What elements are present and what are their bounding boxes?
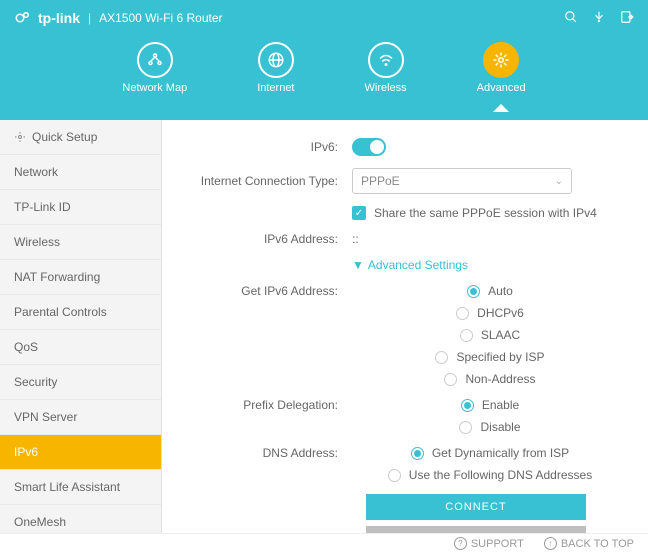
share-pppoe-label: Share the same PPPoE session with IPv4 — [374, 206, 597, 220]
nav-advanced[interactable]: Advanced — [477, 42, 526, 94]
up-arrow-icon: ↑ — [544, 537, 557, 550]
sidebar-item-nat[interactable]: NAT Forwarding — [0, 260, 161, 295]
radio-auto[interactable]: Auto — [467, 284, 513, 298]
sidebar-item-vpn[interactable]: VPN Server — [0, 400, 161, 435]
back-to-top-link[interactable]: ↑BACK TO TOP — [544, 537, 634, 550]
ipv6-label: IPv6: — [182, 140, 352, 154]
prefix-label: Prefix Delegation: — [182, 398, 352, 412]
radio-enable[interactable]: Enable — [461, 398, 519, 412]
radio-non-address[interactable]: Non-Address — [444, 372, 535, 386]
sidebar-item-qos[interactable]: QoS — [0, 330, 161, 365]
radio-slaac[interactable]: SLAAC — [460, 328, 520, 342]
ipv6-addr-label: IPv6 Address: — [182, 232, 352, 246]
radio-dhcpv6[interactable]: DHCPv6 — [456, 306, 524, 320]
radio-dns-manual[interactable]: Use the Following DNS Addresses — [388, 468, 592, 482]
radio-specified[interactable]: Specified by ISP — [435, 350, 544, 364]
dns-label: DNS Address: — [182, 446, 352, 460]
product-name: AX1500 Wi-Fi 6 Router — [99, 11, 222, 25]
search-icon[interactable] — [564, 10, 578, 27]
sidebar-item-ipv6[interactable]: IPv6 — [0, 435, 161, 470]
ipv6-toggle[interactable] — [352, 138, 386, 156]
get-ipv6-label: Get IPv6 Address: — [182, 284, 352, 298]
content-panel: IPv6: Internet Connection Type: PPPoE ⌄ … — [162, 120, 648, 533]
brand-text: tp-link — [38, 10, 80, 26]
sidebar-item-network[interactable]: Network — [0, 155, 161, 190]
advanced-settings-link[interactable]: ▼ Advanced Settings — [352, 258, 468, 272]
conn-type-select[interactable]: PPPoE ⌄ — [352, 168, 572, 194]
nav-wireless[interactable]: Wireless — [365, 42, 407, 94]
ipv6-addr-value: :: — [352, 232, 359, 246]
conn-type-label: Internet Connection Type: — [182, 174, 352, 188]
sidebar-item-parental[interactable]: Parental Controls — [0, 295, 161, 330]
sidebar-item-tplink-id[interactable]: TP-Link ID — [0, 190, 161, 225]
sidebar-item-onemesh[interactable]: OneMesh — [0, 505, 161, 533]
gear-icon — [14, 131, 26, 143]
share-pppoe-checkbox[interactable]: ✓ — [352, 206, 366, 220]
connect-button[interactable]: CONNECT — [366, 494, 586, 520]
support-link[interactable]: ?SUPPORT — [454, 537, 524, 550]
sidebar-item-wireless[interactable]: Wireless — [0, 225, 161, 260]
sidebar-item-security[interactable]: Security — [0, 365, 161, 400]
sidebar-item-quick-setup[interactable]: Quick Setup — [0, 120, 161, 155]
sidebar: Quick Setup Network TP-Link ID Wireless … — [0, 120, 162, 533]
chevron-down-icon: ⌄ — [555, 176, 563, 187]
disconnect-button[interactable]: DISCONNECT — [366, 526, 586, 533]
sidebar-item-smart-life[interactable]: Smart Life Assistant — [0, 470, 161, 505]
led-icon[interactable] — [592, 10, 606, 27]
nav-internet[interactable]: Internet — [257, 42, 294, 94]
support-icon: ? — [454, 537, 467, 550]
nav-network-map[interactable]: Network Map — [122, 42, 187, 94]
radio-disable[interactable]: Disable — [459, 420, 520, 434]
logout-icon[interactable] — [620, 10, 634, 27]
radio-dns-dynamic[interactable]: Get Dynamically from ISP — [411, 446, 569, 460]
brand-logo: tp-link — [14, 9, 80, 27]
